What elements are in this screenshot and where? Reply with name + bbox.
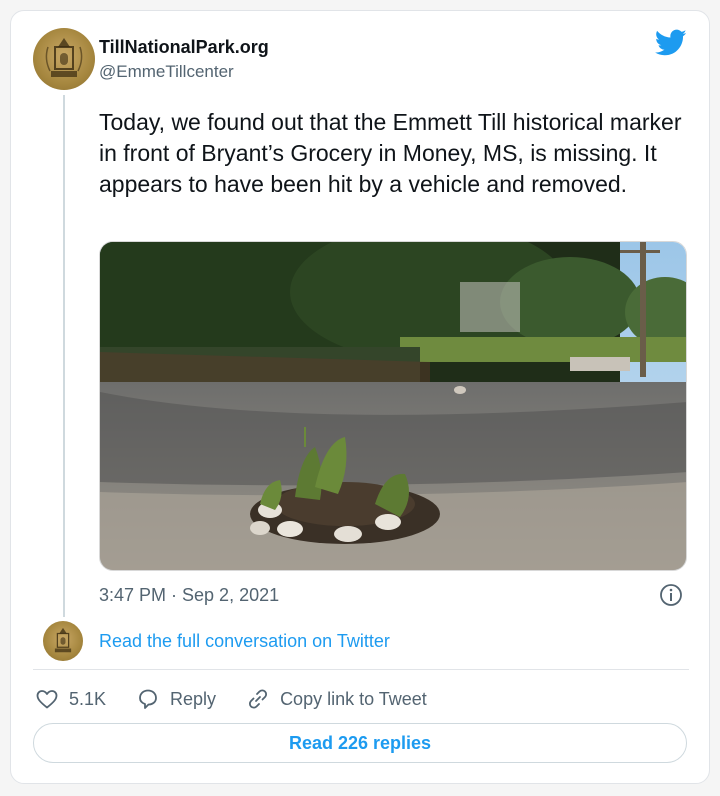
embedded-tweet-card: TillNationalPark.org @EmmeTillcenter Tod… [10, 10, 710, 784]
copy-link-button[interactable]: Copy link to Tweet [246, 687, 427, 711]
thread-line [63, 95, 65, 617]
tweet-timestamp[interactable]: 3:47 PM · Sep 2, 2021 [99, 585, 279, 606]
reply-button[interactable]: Reply [136, 687, 216, 711]
photo-scene [100, 242, 686, 570]
tweet-actions: 5.1K Reply Copy link to Tweet [35, 684, 457, 714]
read-replies-button[interactable]: Read 226 replies [33, 723, 687, 763]
tweet-text: Today, we found out that the Emmett Till… [99, 109, 682, 197]
till-center-logo [45, 38, 83, 77]
speech-bubble-icon [139, 689, 157, 709]
account-name[interactable]: TillNationalPark.org [99, 37, 269, 58]
reply-label: Reply [170, 688, 217, 709]
till-center-logo-small [54, 627, 72, 653]
like-button[interactable]: 5.1K [35, 687, 106, 711]
heart-icon [36, 690, 58, 709]
divider [33, 669, 689, 670]
copy-link-label: Copy link to Tweet [280, 688, 427, 709]
account-handle[interactable]: @EmmeTillcenter [99, 62, 234, 82]
conversation-avatar[interactable] [43, 621, 83, 661]
account-avatar[interactable] [33, 28, 95, 90]
tweet-photo[interactable] [99, 241, 687, 571]
twitter-bird-icon[interactable] [655, 29, 687, 57]
link-icon [249, 689, 268, 709]
like-count: 5.1K [69, 688, 107, 709]
info-icon[interactable] [659, 583, 683, 607]
read-conversation-link[interactable]: Read the full conversation on Twitter [99, 631, 390, 652]
